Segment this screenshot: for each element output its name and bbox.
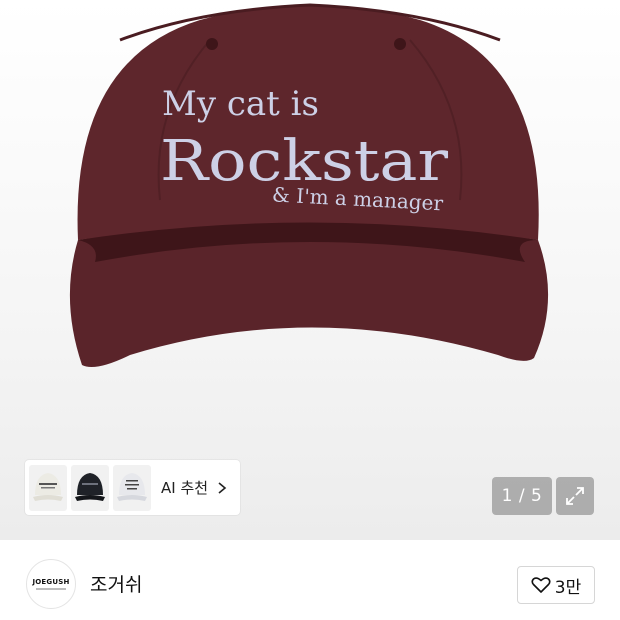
ai-recommend-link[interactable]: AI 추천 [161, 477, 228, 498]
store-name[interactable]: 조거쉬 [90, 570, 142, 597]
like-count: 3만 [554, 577, 582, 598]
expand-icon [566, 487, 584, 505]
product-image-gallery[interactable]: My cat is Rockstar & I'm a manager AI 추천… [0, 0, 620, 540]
recommendation-thumb-1[interactable] [29, 464, 67, 511]
embroidery-line-1: My cat is [162, 84, 319, 124]
recommendation-strip: AI 추천 [25, 460, 240, 515]
image-counter: 1 / 5 [492, 477, 552, 515]
product-image: My cat is Rockstar & I'm a manager [69, 3, 549, 368]
ai-recommend-label: AI 추천 [161, 479, 209, 497]
store-logo-text: JOEGUSH [32, 578, 70, 586]
recommendation-thumb-2[interactable] [71, 464, 109, 511]
like-button[interactable]: 3만 [517, 566, 595, 604]
heart-icon [531, 577, 551, 593]
recommendation-thumb-3[interactable] [113, 464, 151, 511]
store-logo[interactable]: JOEGUSH [26, 559, 76, 609]
store-logo-underline [36, 588, 66, 590]
expand-button[interactable] [556, 477, 594, 515]
chevron-right-icon [218, 481, 227, 494]
